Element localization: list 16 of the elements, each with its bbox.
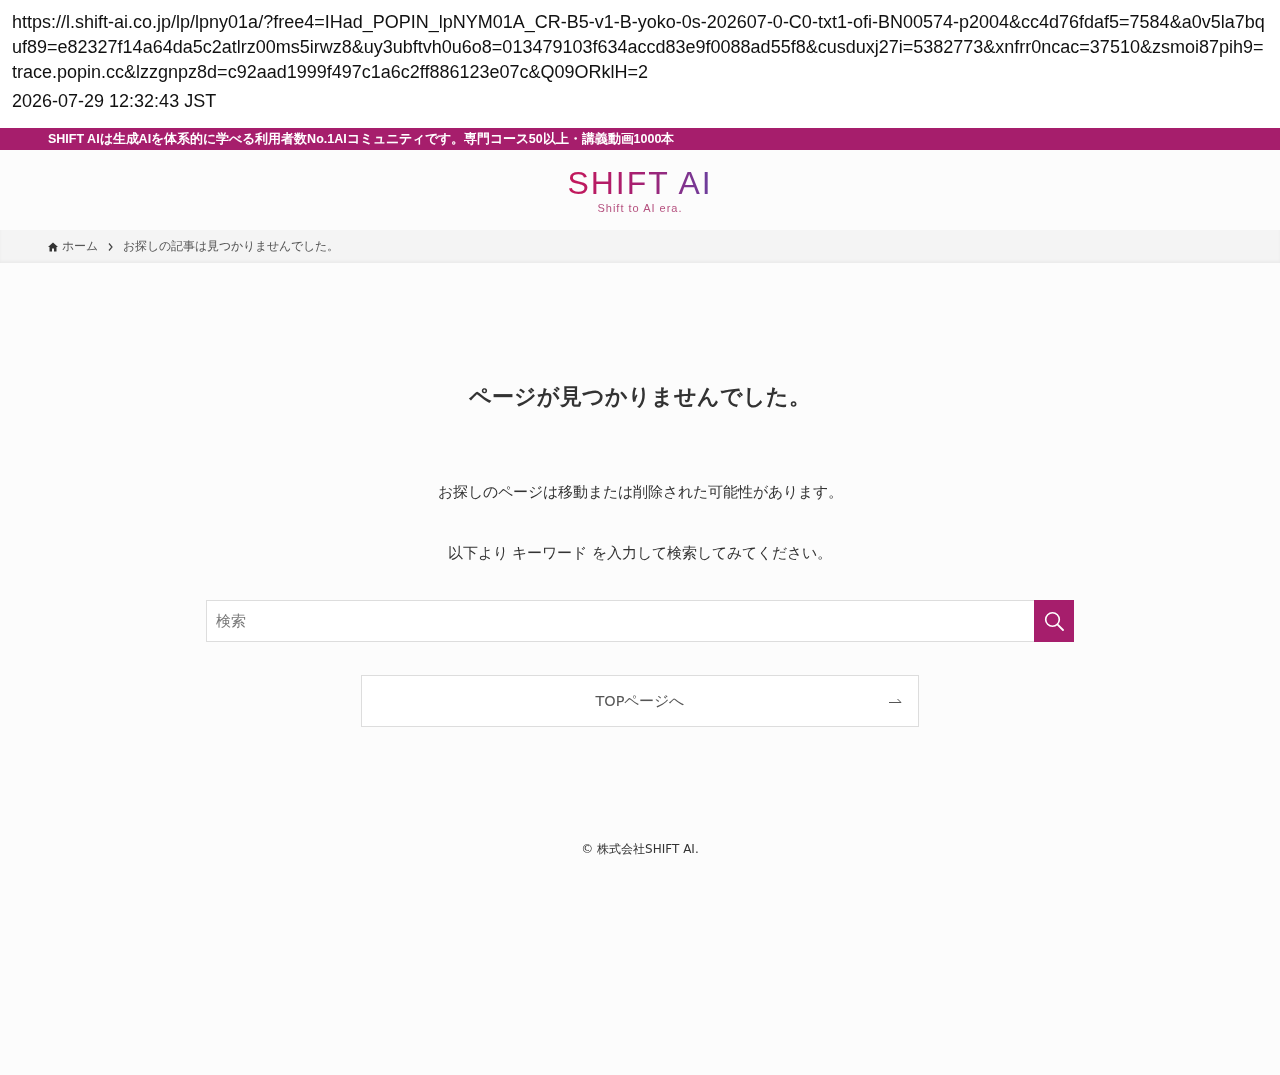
page-url: https://l.shift-ai.co.jp/lp/lpny01a/?free4=IHad_POPIN_lpNYM01A_CR-B5-v1-B-yoko-0s-202607-0-C0-txt1-ofi-BN00574-p2004&cc4d76fdaf5=7584&a0v5la7bquf89=e82327f14a64da5c2atlrz00ms5irwz8&uy3ubftvh0u6o8=013479103f634accd83e9f0088ad55f8&cusduxj27i=5382773&xnfrr0ncac=37510&zsmoi87pih9=trace.popin.cc&lzzgnpz8d=c92aad1999f497c1a6c2ff886123e07c&Q09ORklH=2 <box>12 11 1266 84</box>
message-text: 以下より キーワード を入力して検索してみてください。 <box>447 543 833 564</box>
logo-tagline: Shift to AI era. <box>597 202 683 214</box>
copyright-text: © 株式会社SHIFT AI. <box>581 841 699 858</box>
breadcrumb-link[interactable]: ホーム <box>48 239 98 254</box>
message-text: お探しのページは移動または削除された可能性があります。 <box>437 482 843 503</box>
search-button[interactable] <box>1034 600 1074 642</box>
search-field[interactable]: 検索 <box>206 600 1034 642</box>
chevron-icon <box>108 242 113 251</box>
search-icon <box>1044 611 1064 631</box>
top-page-button[interactable]: TOPページへ <box>361 675 919 727</box>
page-title: ページが見つかりませんでした。 <box>469 383 811 411</box>
capture-timestamp: 2026-07-29 12:32:43 JST <box>12 90 218 113</box>
announcement-text: SHIFT AIは生成AIを体系的に学べる利用者数No.1AIコミュニティです。専門コース50以上・講義動画1000本 <box>48 130 675 148</box>
breadcrumb-current: お探しの記事は見つかりませんでした。 <box>123 239 339 254</box>
home-icon <box>48 241 58 252</box>
